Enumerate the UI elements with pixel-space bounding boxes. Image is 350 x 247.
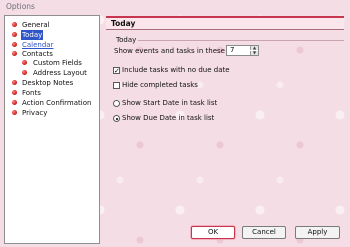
nav-item-label: Address Layout	[33, 69, 87, 77]
apply-button[interactable]: Apply	[295, 226, 340, 239]
bullet-icon	[12, 42, 17, 47]
nav-item-label: General	[22, 21, 50, 29]
nav-item-label: Action Confirmation	[22, 99, 92, 107]
window-title: Options	[6, 2, 35, 11]
nav-item-label: Custom Fields	[33, 59, 82, 67]
hide-completed-label: Hide completed tasks	[122, 81, 198, 89]
group-divider	[138, 40, 344, 41]
cancel-button[interactable]: Cancel	[242, 226, 286, 239]
show-due-date-radio[interactable]	[113, 115, 120, 122]
bullet-icon	[12, 22, 17, 27]
bullet-icon	[22, 60, 27, 65]
bullet-icon	[22, 70, 27, 75]
group-label: Today	[116, 36, 137, 44]
nav-item-label: Privacy	[22, 109, 48, 117]
days-stepper[interactable]: 7 ▲ ▼	[226, 45, 259, 56]
ok-button[interactable]: OK	[191, 226, 235, 239]
nav-item-label: Desktop Notes	[22, 79, 74, 87]
nav-item-label: Today	[21, 30, 44, 40]
panel-title: Today	[106, 16, 344, 30]
nav-item-label: Fonts	[22, 89, 41, 97]
show-start-date-label: Show Start Date in task list	[122, 99, 218, 107]
bullet-icon	[12, 100, 17, 105]
bullet-icon	[12, 80, 17, 85]
hide-completed-checkbox[interactable]	[113, 82, 120, 89]
spin-down-icon[interactable]: ▼	[250, 51, 258, 55]
bullet-icon	[12, 51, 17, 56]
days-value: 7	[230, 46, 235, 54]
include-no-due-date-checkbox[interactable]: ✓	[113, 67, 120, 75]
bullet-icon	[12, 90, 17, 95]
bullet-icon	[12, 110, 17, 115]
options-nav-tree[interactable]: General Today Calendar Contacts Custom F…	[4, 15, 100, 244]
show-due-date-label: Show Due Date in task list	[122, 114, 215, 122]
bullet-icon	[12, 32, 17, 37]
include-no-due-date-label: Include tasks with no due date	[122, 66, 230, 74]
show-start-date-radio[interactable]	[113, 100, 120, 107]
